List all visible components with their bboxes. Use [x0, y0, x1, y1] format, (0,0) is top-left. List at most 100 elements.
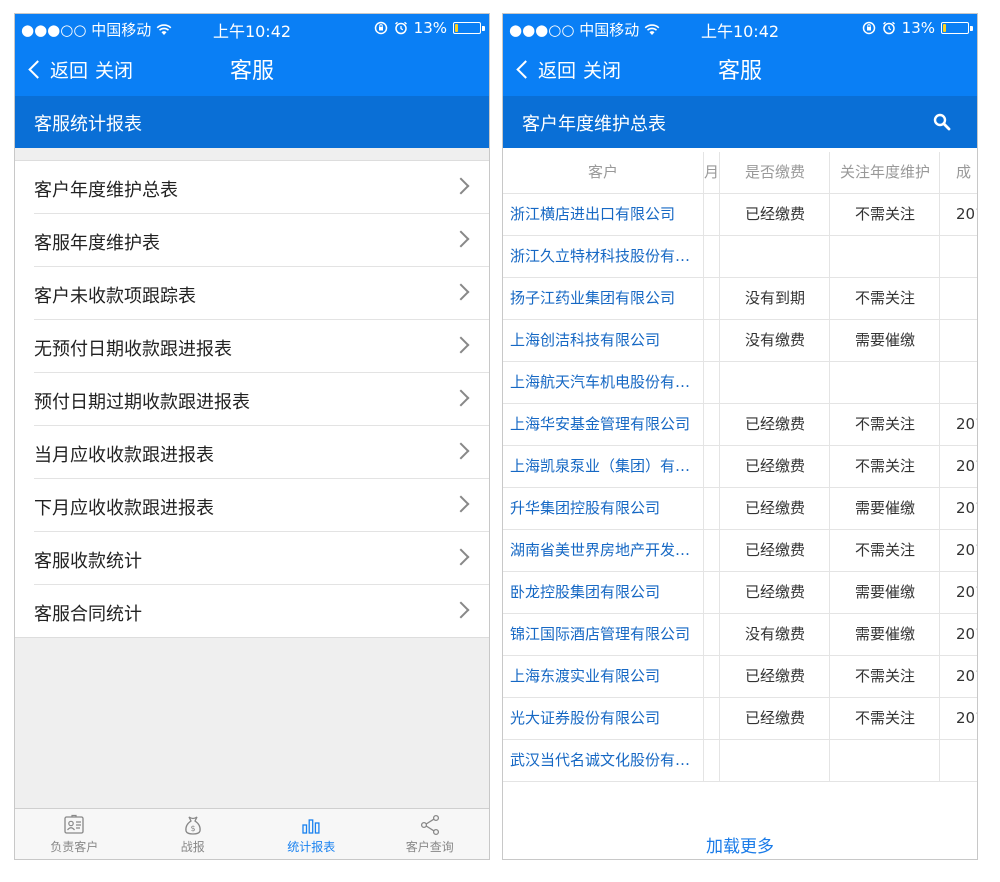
chevron-right-icon: [452, 389, 470, 407]
tab-customer-search[interactable]: 客户查询: [371, 809, 490, 859]
section-title: 客服统计报表: [34, 114, 142, 135]
close-button[interactable]: 关闭: [95, 56, 133, 83]
menu-item-service-annual[interactable]: 客服年度维护表: [34, 214, 489, 267]
table-row[interactable]: 浙江久立特材科技股份有…: [503, 236, 977, 278]
battery-percent: 13%: [413, 19, 447, 37]
table-row[interactable]: 湖南省美世界房地产开发… 已经缴费不需关注201: [503, 530, 977, 572]
col-header-customer[interactable]: 客户: [503, 152, 703, 193]
attention-cell: 不需关注: [829, 278, 940, 319]
customer-name-cell[interactable]: 上海凯泉泵业（集团）有…: [510, 446, 700, 487]
customer-name-cell[interactable]: 武汉当代名诚文化股份有…: [510, 740, 700, 781]
tab-customers[interactable]: 负责客户: [15, 809, 134, 859]
table-row[interactable]: 锦江国际酒店管理有限公司没有缴费需要催缴201: [503, 614, 977, 656]
partial-cell: [703, 572, 720, 613]
close-button[interactable]: 关闭: [583, 56, 621, 83]
section-header: 客户年度维护总表: [503, 96, 977, 148]
paid-status-cell: [719, 362, 830, 403]
col-header-partial[interactable]: 月: [703, 152, 720, 193]
table-row[interactable]: 扬子江药业集团有限公司 没有到期 不需关注: [503, 278, 977, 320]
customer-name-cell[interactable]: 上海华安基金管理有限公司: [510, 404, 700, 445]
paid-status-cell: 已经缴费: [719, 698, 830, 739]
table-row[interactable]: 上海凯泉泵业（集团）有… 已经缴费不需关注201: [503, 446, 977, 488]
attention-cell: 需要催缴: [829, 572, 940, 613]
menu-item-next-month[interactable]: 下月应收收款跟进报表: [34, 479, 489, 532]
section-header: 客服统计报表: [15, 96, 489, 148]
col-header-partial-right[interactable]: 成: [939, 152, 977, 193]
paid-status-cell: 已经缴费: [719, 656, 830, 697]
load-more-button[interactable]: 加载更多: [503, 832, 977, 857]
menu-item-this-month[interactable]: 当月应收收款跟进报表: [34, 426, 489, 479]
paid-status-cell: 已经缴费: [719, 404, 830, 445]
attention-cell: 需要催缴: [829, 488, 940, 529]
chevron-right-icon: [452, 283, 470, 301]
customer-name-cell[interactable]: 上海航天汽车机电股份有…: [510, 362, 700, 403]
rotation-lock-icon: [374, 21, 387, 35]
share-icon: [420, 814, 439, 836]
partial-cell: [703, 740, 720, 781]
partial-year-cell: 201: [939, 404, 977, 445]
chevron-right-icon: [452, 601, 470, 619]
table-row[interactable]: 升华集团控股有限公司已经缴费需要催缴201: [503, 488, 977, 530]
customer-name-cell[interactable]: 锦江国际酒店管理有限公司: [510, 614, 700, 655]
partial-year-cell: [939, 740, 977, 781]
chevron-right-icon: [452, 548, 470, 566]
section-title: 客户年度维护总表: [522, 114, 666, 135]
chevron-right-icon: [452, 336, 470, 354]
search-icon[interactable]: [933, 113, 951, 131]
customer-name-cell[interactable]: 扬子江药业集团有限公司: [510, 278, 700, 319]
menu-item-prepay-overdue[interactable]: 预付日期过期收款跟进报表: [34, 373, 489, 426]
menu-item-payment-stats[interactable]: 客服收款统计: [34, 532, 489, 585]
customer-name-cell[interactable]: 浙江久立特材科技股份有…: [510, 236, 700, 277]
table-body: 浙江横店进出口有限公司已经缴费不需关注201浙江久立特材科技股份有…扬子江药业集…: [503, 194, 977, 782]
attention-cell: [829, 236, 940, 277]
top-bar: ●●●○○ 中国移动 上午10:42 13% 返回 关闭 客服: [503, 14, 977, 96]
menu-item-no-prepay-date[interactable]: 无预付日期收款跟进报表: [34, 320, 489, 373]
partial-cell: [703, 446, 720, 487]
chevron-right-icon: [452, 177, 470, 195]
customer-name-cell[interactable]: 浙江横店进出口有限公司: [510, 194, 700, 235]
partial-cell: [703, 194, 720, 235]
chevron-left-icon: [516, 60, 535, 79]
customer-name-cell[interactable]: 卧龙控股集团有限公司: [510, 572, 700, 613]
left-screen: ●●●○○ 中国移动 上午10:42 13% 返回 关闭 客服 客服统计报表 客…: [14, 13, 490, 860]
tab-battle-report[interactable]: $ 战报: [134, 809, 253, 859]
table-row[interactable]: 卧龙控股集团有限公司已经缴费需要催缴201: [503, 572, 977, 614]
report-table[interactable]: 客户 月 是否缴费 关注年度维护 成 浙江横店进出口有限公司 已经缴费 不需关注 20…: [503, 152, 977, 802]
tab-statistics[interactable]: 统计报表: [252, 809, 371, 859]
partial-cell: [703, 614, 720, 655]
back-button[interactable]: 返回: [513, 56, 576, 83]
back-button[interactable]: 返回: [25, 56, 88, 83]
customer-name-cell[interactable]: 升华集团控股有限公司: [510, 488, 700, 529]
partial-cell: [703, 278, 720, 319]
attention-cell: 需要催缴: [829, 614, 940, 655]
partial-year-cell: [939, 236, 977, 277]
attention-cell: [829, 740, 940, 781]
table-row[interactable]: 浙江横店进出口有限公司已经缴费不需关注201: [503, 194, 977, 236]
table-row[interactable]: 光大证券股份有限公司已经缴费不需关注201: [503, 698, 977, 740]
table-row[interactable]: 上海创洁科技有限公司 没有缴费 需要催缴: [503, 320, 977, 362]
attention-cell: 需要催缴: [829, 320, 940, 361]
table-row[interactable]: 上海华安基金管理有限公司已经缴费不需关注201: [503, 404, 977, 446]
menu-item-annual-summary[interactable]: 客户年度维护总表: [34, 161, 489, 214]
customer-name-cell[interactable]: 光大证券股份有限公司: [510, 698, 700, 739]
col-header-paid[interactable]: 是否缴费: [719, 152, 830, 193]
battery-icon: [453, 22, 485, 34]
nav-bar: 返回 关闭 客服: [503, 44, 977, 94]
menu-item-unpaid-tracking[interactable]: 客户未收款项跟踪表: [34, 267, 489, 320]
customer-name-cell[interactable]: 上海创洁科技有限公司: [510, 320, 700, 361]
table-row[interactable]: 武汉当代名诚文化股份有…: [503, 740, 977, 782]
paid-status-cell: 已经缴费: [719, 194, 830, 235]
table-row[interactable]: 上海东渡实业有限公司已经缴费不需关注201: [503, 656, 977, 698]
menu-item-contract-stats[interactable]: 客服合同统计: [34, 585, 489, 637]
nav-bar: 返回 关闭 客服: [15, 44, 489, 94]
chart-icon: [302, 819, 320, 834]
customer-name-cell[interactable]: 上海东渡实业有限公司: [510, 656, 700, 697]
customer-name-cell[interactable]: 湖南省美世界房地产开发…: [510, 530, 700, 571]
paid-status-cell: [719, 236, 830, 277]
col-header-attention[interactable]: 关注年度维护: [829, 152, 940, 193]
partial-cell: [703, 488, 720, 529]
right-screen: ●●●○○ 中国移动 上午10:42 13% 返回 关闭 客服 客户年度维护总表…: [502, 13, 978, 860]
partial-year-cell: [939, 278, 977, 319]
table-row[interactable]: 上海航天汽车机电股份有…: [503, 362, 977, 404]
attention-cell: 不需关注: [829, 404, 940, 445]
